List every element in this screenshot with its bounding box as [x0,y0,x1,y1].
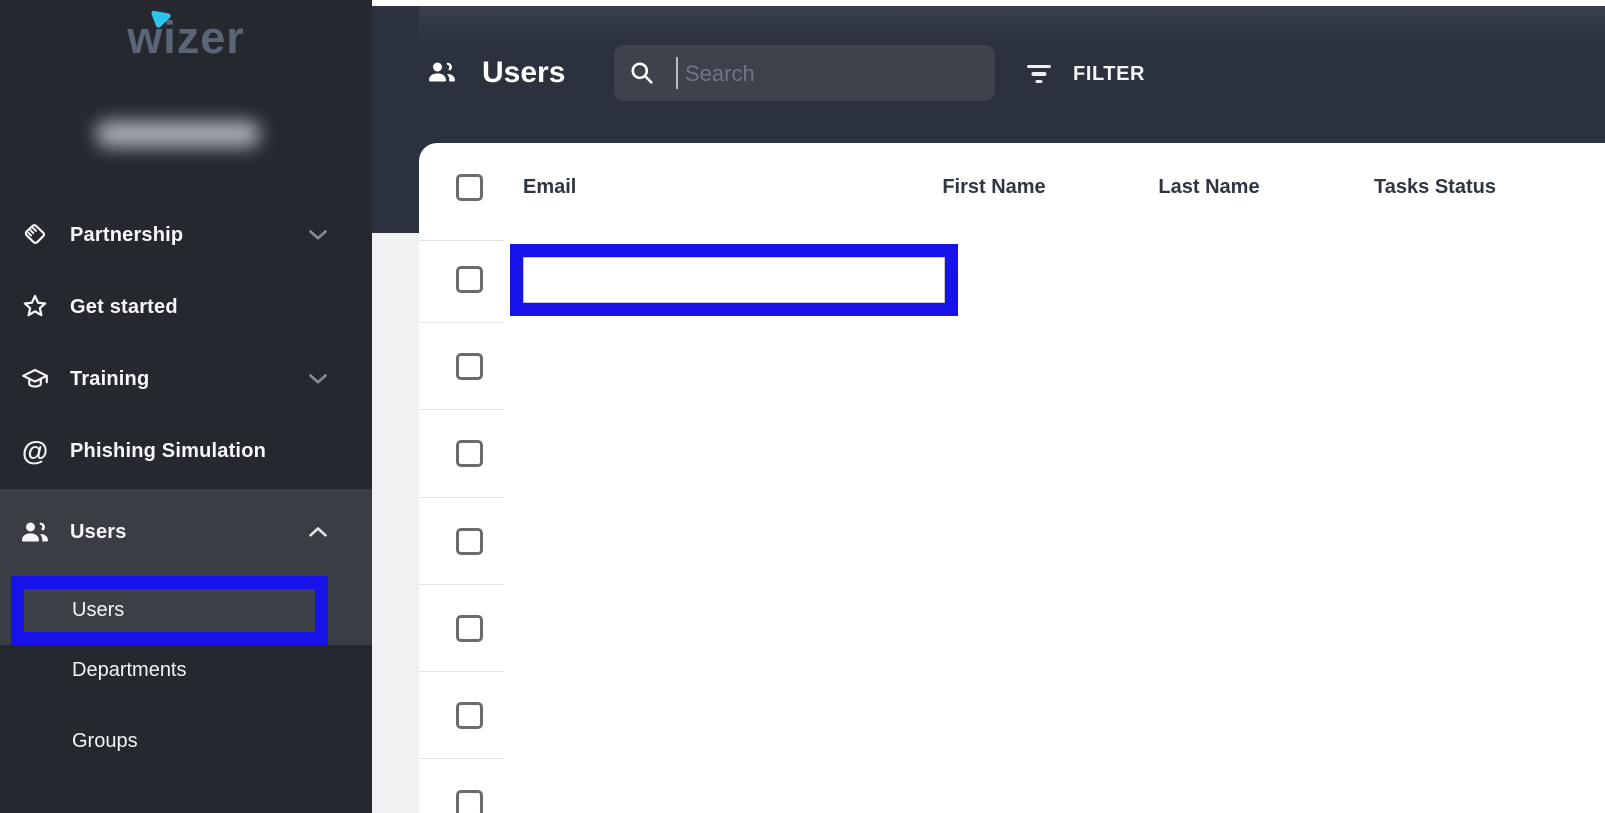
sidebar: wizer Partnership Get started Training @… [0,0,372,813]
sidebar-item-get-started[interactable]: Get started [0,271,372,343]
sidebar-subitem-label: Groups [72,729,138,752]
filter-icon [1027,65,1051,83]
sidebar-item-phishing-simulation[interactable]: @ Phishing Simulation [0,415,372,487]
chevron-down-icon [308,229,328,241]
account-name-blurred [96,121,260,147]
users-icon [427,59,457,85]
sidebar-subitem-label: Users [72,599,125,621]
text-caret [676,57,678,89]
table-row[interactable] [419,498,1605,586]
sidebar-subitem-groups[interactable]: Groups [0,719,372,763]
sidebar-item-training[interactable]: Training [0,343,372,415]
search-input[interactable] [683,55,977,93]
search-icon [629,60,655,86]
sidebar-item-label: Get started [70,295,178,318]
row-checkbox[interactable] [456,702,483,730]
redacted-email-cell [523,257,945,303]
row-checkbox[interactable] [456,265,483,293]
table-row[interactable] [419,759,1605,813]
column-header-last-name: Last Name [1158,176,1260,198]
table-row[interactable] [419,672,1605,760]
at-icon: @ [21,435,49,466]
table-row[interactable] [419,323,1605,411]
sidebar-item-label: Partnership [70,223,184,246]
row-checkbox[interactable] [456,527,483,555]
header-gutter [372,6,419,233]
handshake-icon [20,221,50,249]
search-box [614,45,995,101]
select-all-checkbox[interactable] [456,174,483,201]
sidebar-subitem-label: Departments [72,658,187,681]
chevron-up-icon [308,526,328,538]
wizer-logo: wizer [127,12,245,63]
annotation-box-sidebar-users: Users [11,576,328,645]
sidebar-item-partnership[interactable]: Partnership [0,199,372,271]
column-header-tasks-status: Tasks Status [1374,176,1496,198]
users-icon [20,518,50,546]
sidebar-item-label: Phishing Simulation [70,439,267,462]
table-row[interactable] [419,585,1605,673]
row-checkbox[interactable] [456,353,483,381]
sidebar-item-label: Users [70,520,127,543]
sidebar-item-label: Training [70,367,150,390]
table-body [419,236,1605,813]
annotation-box-first-row-email [510,244,958,316]
row-checkbox[interactable] [456,789,483,813]
row-checkbox[interactable] [456,615,483,643]
page-title: Users [482,56,566,89]
sidebar-item-users[interactable]: Users [0,489,372,575]
graduation-cap-icon [20,365,50,393]
sidebar-subitem-departments[interactable]: Departments [0,648,372,692]
table-row[interactable] [419,410,1605,498]
chevron-down-icon [308,373,328,385]
star-icon [20,293,50,321]
main-area: Users FILTER Email First Name Last Name … [372,0,1605,813]
column-header-email: Email [523,176,577,198]
filter-label: FILTER [1073,62,1146,85]
app-screen: wizer Partnership Get started Training @… [0,0,1605,813]
filter-button[interactable]: FILTER [1027,54,1145,94]
sidebar-subitem-users[interactable]: Users [24,589,315,632]
column-header-first-name: First Name [942,176,1046,198]
row-checkbox[interactable] [456,440,483,468]
